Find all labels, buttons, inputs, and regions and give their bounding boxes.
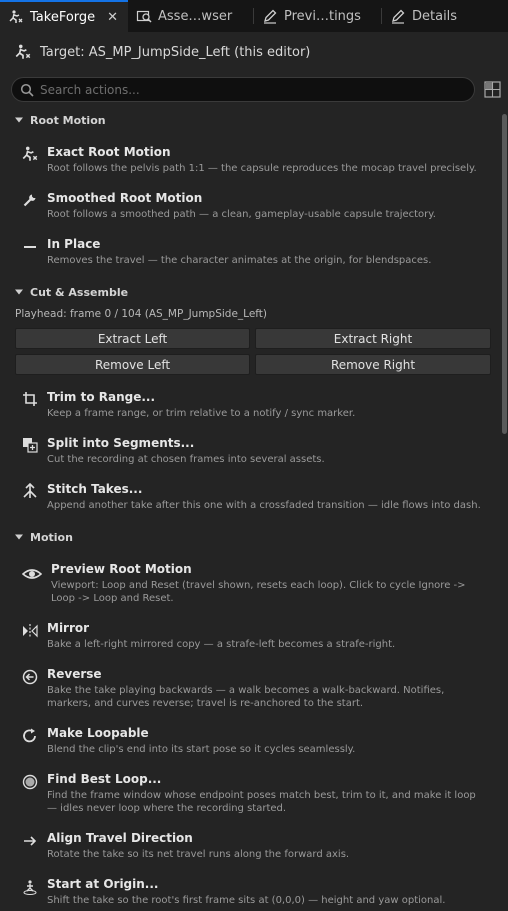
asset-browser-icon [136,8,152,24]
action-mirror[interactable]: Mirror Bake a left-right mirrored copy —… [0,619,500,659]
action-title: Preview Root Motion [51,562,192,576]
extract-left-button[interactable]: Extract Left [15,328,250,349]
search-icon [20,83,34,97]
action-split-into-segments[interactable]: Split into Segments... Cut the recording… [0,434,500,474]
layout-toggle-icon[interactable] [484,81,501,98]
tab-label: Details [412,8,458,24]
action-description: Root follows the pelvis path 1:1 — the c… [47,163,477,174]
action-description: Blend the clip's end into its start pose… [47,744,356,755]
target-label: Target: AS_MP_JumpSide_Left (this editor… [40,44,311,60]
tab-bar: TakeForge ✕ Asse…wser Previ…tings Detail… [0,0,508,32]
action-title: Make Loopable [47,726,149,740]
action-in-place[interactable]: In Place Removes the travel — the charac… [0,235,500,275]
section-root-motion[interactable]: Root Motion [14,112,106,128]
action-description: Cut the recording at chosen frames into … [47,454,325,465]
playhead-status: Playhead: frame 0 / 104 (AS_MP_JumpSide_… [15,308,268,320]
root-motion-figure-icon [21,145,39,163]
tab-details[interactable]: Details [382,0,508,32]
find-loop-icon [21,773,39,791]
section-title: Motion [30,530,73,544]
crop-icon [21,390,39,408]
takeforge-icon [8,9,24,25]
wrench-icon [21,191,39,209]
mirror-icon [21,622,39,640]
origin-figure-icon [21,878,39,896]
action-title: Stitch Takes... [47,482,143,496]
section-title: Cut & Assemble [30,285,129,299]
scrollbar-thumb[interactable] [502,114,507,434]
action-description: Bake the take playing backwards — a walk… [47,685,445,709]
action-description: Find the frame window whose endpoint pos… [47,790,476,814]
action-description: Viewport: Loop and Reset (travel shown, … [51,580,466,604]
target-row: Target: AS_MP_JumpSide_Left (this editor… [14,40,310,64]
collapse-triangle-icon [15,117,23,123]
action-description: Bake a left-right mirrored copy — a stra… [47,639,396,650]
action-trim-to-range[interactable]: Trim to Range... Keep a frame range, or … [0,388,500,428]
action-title: Mirror [47,621,90,635]
action-find-best-loop[interactable]: Find Best Loop... Find the frame window … [0,770,500,820]
search-input[interactable] [40,82,440,97]
action-description: Removes the travel — the character anima… [47,255,432,266]
collapse-triangle-icon [15,534,23,540]
action-description: Append another take after this one with … [47,500,481,511]
action-exact-root-motion[interactable]: Exact Root Motion Root follows the pelvi… [0,143,500,183]
action-smoothed-root-motion[interactable]: Smoothed Root Motion Root follows a smoo… [0,189,500,229]
remove-left-button[interactable]: Remove Left [15,354,250,375]
section-title: Root Motion [30,113,106,127]
action-description: Root follows a smoothed path — a clean, … [47,209,436,220]
close-icon[interactable]: ✕ [107,10,118,25]
merge-icon [21,482,39,500]
arrow-right-icon [21,832,39,850]
action-align-travel-direction[interactable]: Align Travel Direction Rotate the take s… [0,829,500,869]
pencil-icon [262,8,278,24]
action-description: Keep a frame range, or trim relative to … [47,408,356,419]
section-motion[interactable]: Motion [14,529,73,545]
action-title: Align Travel Direction [47,831,193,845]
tab-label: Previ…tings [284,8,361,24]
action-title: Find Best Loop... [47,772,162,786]
action-title: Reverse [47,667,102,681]
action-title: Trim to Range... [47,390,156,404]
action-title: Split into Segments... [47,436,195,450]
extract-right-button[interactable]: Extract Right [255,328,491,349]
eye-icon [22,565,42,583]
reverse-arrow-icon [21,668,39,686]
tab-label: TakeForge [30,9,96,25]
tab-takeforge[interactable]: TakeForge ✕ [0,0,128,32]
tab-asset-browser[interactable]: Asse…wser [128,0,254,32]
action-title: Smoothed Root Motion [47,191,203,205]
action-title: In Place [47,237,101,251]
action-stitch-takes[interactable]: Stitch Takes... Append another take afte… [0,480,500,520]
tab-label: Asse…wser [158,8,233,24]
action-reverse[interactable]: Reverse Bake the take playing backwards … [0,665,500,715]
pencil-icon [390,8,406,24]
split-segments-icon [21,436,39,454]
action-title: Start at Origin... [47,877,159,891]
dash-icon [21,237,39,255]
takeforge-icon [14,43,32,61]
section-cut-assemble[interactable]: Cut & Assemble [14,284,128,300]
search-box[interactable] [11,77,475,102]
tab-preview-settings[interactable]: Previ…tings [254,0,382,32]
action-title: Exact Root Motion [47,145,171,159]
collapse-triangle-icon [15,289,23,295]
remove-right-button[interactable]: Remove Right [255,354,491,375]
action-start-at-origin[interactable]: Start at Origin... Shift the take so the… [0,875,500,911]
action-preview-root-motion[interactable]: Preview Root Motion Viewport: Loop and R… [0,560,500,610]
action-make-loopable[interactable]: Make Loopable Blend the clip's end into … [0,724,500,764]
action-description: Rotate the take so its net travel runs a… [47,849,350,860]
loop-icon [21,727,39,745]
action-description: Shift the take so the root's first frame… [47,895,446,906]
